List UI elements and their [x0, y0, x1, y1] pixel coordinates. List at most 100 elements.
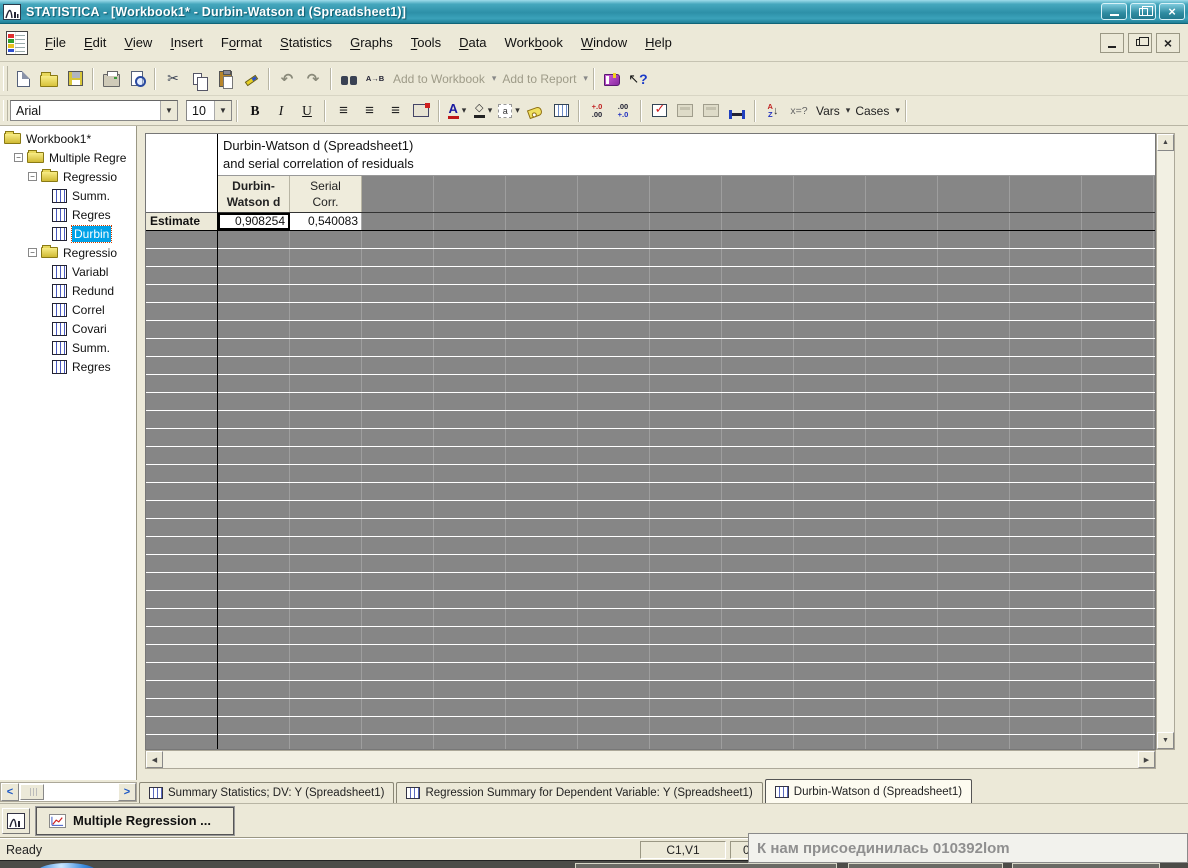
collapse-icon[interactable]: − [28, 172, 37, 181]
add-to-workbook-button[interactable]: Add to Workbook ▾ [389, 67, 496, 91]
menu-graphs[interactable]: Graphs [341, 31, 402, 54]
grid-display-button[interactable] [549, 99, 573, 123]
mdi-restore-button[interactable] [1128, 32, 1152, 53]
tree-item-regression-1[interactable]: − Regressio [0, 167, 136, 186]
menu-format[interactable]: Format [212, 31, 271, 54]
mdi-close-button[interactable]: × [1156, 32, 1180, 53]
taskbar-window-button[interactable] [1012, 863, 1160, 868]
close-button[interactable]: × [1159, 3, 1185, 20]
collapse-icon[interactable]: − [28, 248, 37, 257]
tree-item-covariances[interactable]: Covari [0, 319, 136, 338]
taskbar-window-button[interactable] [575, 863, 837, 868]
find-button[interactable] [337, 67, 361, 91]
disabled-tool-button-2[interactable] [699, 99, 723, 123]
tree-item-regression-3[interactable]: Regres [0, 357, 136, 376]
align-right-button[interactable]: ≡ [383, 99, 407, 123]
format-painter-button[interactable] [239, 67, 263, 91]
align-center-button[interactable]: ≡ [357, 99, 381, 123]
menu-data[interactable]: Data [450, 31, 495, 54]
menu-window[interactable]: Window [572, 31, 636, 54]
tree-scroll-right-icon[interactable]: > [118, 783, 136, 801]
italic-button[interactable]: I [269, 99, 293, 123]
decrease-decimals-button[interactable]: .00 +.0 [611, 99, 635, 123]
tree-item-multiple-regression[interactable]: − Multiple Regre [0, 148, 136, 167]
cut-button[interactable]: ✂ [161, 67, 185, 91]
menu-edit[interactable]: Edit [75, 31, 115, 54]
save-button[interactable] [63, 67, 87, 91]
mark-cells-button[interactable] [647, 99, 671, 123]
redo-button[interactable]: ↷ [301, 67, 325, 91]
app-icon[interactable] [3, 3, 21, 20]
tree-item-redundancy[interactable]: Redund [0, 281, 136, 300]
cell-serial-corr-value[interactable]: 0,540083 [290, 213, 362, 230]
sort-button[interactable]: AZ ↓ [761, 99, 785, 123]
column-header-durbin-watson[interactable]: Durbin- Watson d [218, 176, 290, 212]
font-color-button[interactable]: A ▾ [445, 99, 469, 123]
print-button[interactable] [99, 67, 123, 91]
tree-item-regression-2[interactable]: − Regressio [0, 243, 136, 262]
tree-item-workbook1[interactable]: Workbook1* [0, 129, 136, 148]
horizontal-scrollbar[interactable]: ◀ ▶ [145, 750, 1156, 769]
whats-this-button[interactable]: ↖ ? [626, 67, 650, 91]
font-combo-dropdown[interactable]: ▼ [160, 101, 177, 120]
tree-scroll-thumb[interactable] [20, 784, 44, 800]
vars-button[interactable]: Vars ▾ [813, 99, 850, 123]
cell-durbin-watson-value[interactable]: 0,908254 [218, 213, 290, 230]
tree-item-regression-summary[interactable]: Regres [0, 205, 136, 224]
notification-popup[interactable]: К нам присоединилась 010392lom [748, 833, 1188, 863]
cases-button[interactable]: Cases ▾ [852, 99, 900, 123]
vertical-scroll-track[interactable] [1157, 151, 1174, 732]
fill-color-button[interactable]: ◇ ▾ [471, 99, 495, 123]
tree-item-variables[interactable]: Variabl [0, 262, 136, 281]
mdi-minimize-button[interactable] [1100, 32, 1124, 53]
disabled-tool-button[interactable] [673, 99, 697, 123]
tree-item-summary-2[interactable]: Summ. [0, 338, 136, 357]
borders-button[interactable]: a ▾ [497, 99, 521, 123]
scroll-left-icon[interactable]: ◀ [146, 751, 163, 768]
header-format-button[interactable] [409, 99, 433, 123]
tree-item-correlations[interactable]: Correl [0, 300, 136, 319]
row-header-estimate[interactable]: Estimate [146, 213, 217, 231]
vertical-scrollbar[interactable]: ▲ ▼ [1156, 133, 1175, 750]
tag-button[interactable] [523, 99, 547, 123]
font-size-combo[interactable]: 10 ▼ [186, 100, 232, 121]
paste-button[interactable] [213, 67, 237, 91]
start-button-orb[interactable] [38, 863, 96, 868]
undo-button[interactable]: ↶ [275, 67, 299, 91]
scroll-right-icon[interactable]: ▶ [1138, 751, 1155, 768]
multiple-regression-button[interactable]: Multiple Regression ... [35, 805, 235, 836]
scroll-up-icon[interactable]: ▲ [1157, 134, 1174, 151]
align-left-button[interactable]: ≡ [331, 99, 355, 123]
print-preview-button[interactable] [125, 67, 149, 91]
tree-item-summary[interactable]: Summ. [0, 186, 136, 205]
taskbar-window-button[interactable] [848, 863, 1003, 868]
tab-summary-statistics[interactable]: Summary Statistics; DV: Y (Spreadsheet1) [139, 782, 395, 803]
statistica-start-button[interactable] [2, 807, 30, 834]
case-weights-button[interactable] [725, 99, 749, 123]
menu-help[interactable]: Help [636, 31, 681, 54]
copy-button[interactable] [187, 67, 211, 91]
empty-grid-area[interactable] [218, 231, 1155, 749]
replace-button[interactable]: A→B [363, 67, 387, 91]
tab-regression-summary[interactable]: Regression Summary for Dependent Variabl… [396, 782, 763, 803]
bold-button[interactable]: B [243, 99, 267, 123]
scroll-down-icon[interactable]: ▼ [1157, 732, 1174, 749]
tab-durbin-watson[interactable]: Durbin-Watson d (Spreadsheet1) [764, 779, 973, 803]
open-button[interactable] [37, 67, 61, 91]
font-size-dropdown[interactable]: ▼ [214, 101, 231, 120]
restore-button[interactable] [1130, 3, 1156, 20]
column-header-serial-corr[interactable]: Serial Corr. [290, 176, 362, 212]
menu-file[interactable]: File [36, 31, 75, 54]
increase-decimals-button[interactable]: +.0.00 [585, 99, 609, 123]
corner-cell[interactable] [146, 134, 217, 213]
menu-insert[interactable]: Insert [161, 31, 212, 54]
minimize-button[interactable] [1101, 3, 1127, 20]
tree-scroll-left-icon[interactable]: < [1, 783, 19, 801]
menu-workbook[interactable]: Workbook [496, 31, 572, 54]
add-to-report-button[interactable]: Add to Report ▾ [498, 67, 588, 91]
collapse-icon[interactable]: − [14, 153, 23, 162]
underline-button[interactable]: U [295, 99, 319, 123]
menu-tools[interactable]: Tools [402, 31, 450, 54]
font-combo[interactable]: Arial ▼ [10, 100, 178, 121]
tree-horizontal-scrollbar[interactable]: < > [0, 782, 137, 802]
